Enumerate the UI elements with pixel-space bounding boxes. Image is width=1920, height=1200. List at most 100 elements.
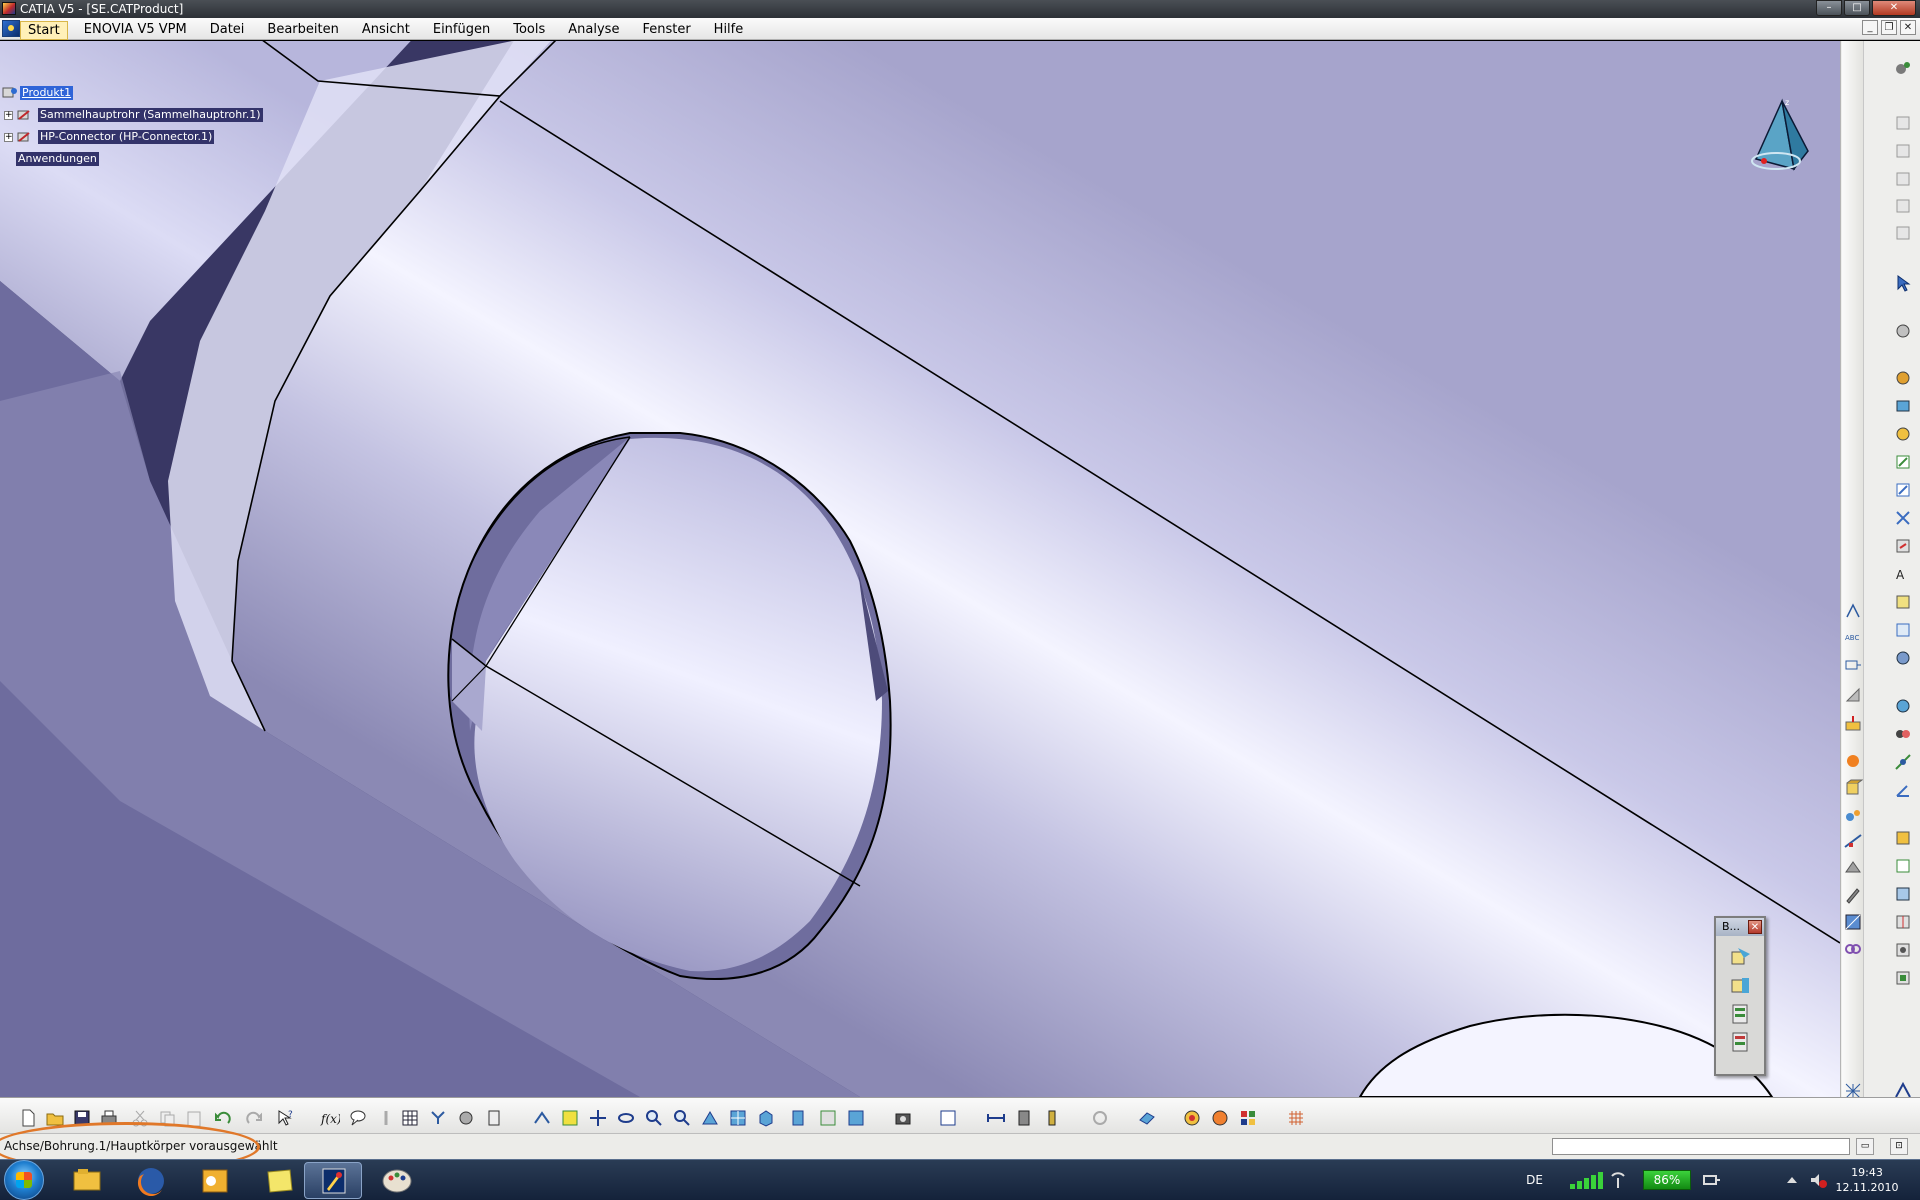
menu-fenster[interactable]: Fenster	[635, 21, 697, 40]
assembly-feature-icon[interactable]	[1893, 884, 1913, 904]
copy-icon[interactable]	[157, 1108, 177, 1128]
wifi-icon[interactable]	[1608, 1170, 1628, 1190]
command-input[interactable]	[1552, 1138, 1850, 1155]
update-icon[interactable]	[1893, 536, 1913, 556]
text-icon[interactable]: A	[1893, 564, 1913, 584]
pan-icon[interactable]	[588, 1108, 608, 1128]
tray-overflow-icon[interactable]	[1782, 1170, 1802, 1190]
new-component-icon[interactable]	[1729, 974, 1753, 998]
cog-group-icon[interactable]	[456, 1108, 476, 1128]
start-orb-icon[interactable]	[4, 1160, 44, 1200]
new-file-icon[interactable]	[18, 1108, 38, 1128]
cube-icon[interactable]	[1843, 778, 1863, 798]
coincidence-icon[interactable]	[1893, 696, 1913, 716]
3d-model-scene[interactable]	[0, 41, 1840, 1097]
pocket-icon[interactable]	[1893, 968, 1913, 988]
offset-icon[interactable]	[1893, 752, 1913, 772]
normal-view-icon[interactable]	[700, 1108, 720, 1128]
reuse-pattern-icon[interactable]	[1893, 828, 1913, 848]
balloon-icon[interactable]	[1893, 620, 1913, 640]
compass-icon[interactable]: z	[1736, 95, 1816, 185]
doc-close-icon[interactable]: ✕	[1900, 20, 1916, 35]
snapshot-icon[interactable]	[1843, 655, 1863, 675]
gears-icon[interactable]	[1843, 805, 1863, 825]
new-part-icon[interactable]	[1729, 946, 1753, 970]
menu-hilfe[interactable]: Hilfe	[707, 21, 751, 40]
fly-mode-icon[interactable]	[1893, 321, 1913, 341]
maximize-icon[interactable]: □	[1844, 0, 1870, 16]
taskbar-notes-button[interactable]	[250, 1162, 308, 1199]
angle-icon[interactable]	[1893, 780, 1913, 800]
zoom-in-icon[interactable]	[644, 1108, 664, 1128]
measure-icon[interactable]	[1843, 831, 1863, 851]
hide-show-icon[interactable]	[818, 1108, 838, 1128]
fix-icon[interactable]	[1893, 648, 1913, 668]
render-icon[interactable]	[1843, 912, 1863, 932]
catia-menu-logo-icon[interactable]	[2, 20, 20, 37]
clash-icon[interactable]	[1843, 858, 1863, 878]
undo-icon[interactable]	[213, 1108, 233, 1128]
3d-viewport[interactable]: Produkt1 + Sammelhauptrohr (Sammelhauptr…	[0, 41, 1840, 1097]
shading-icon[interactable]	[788, 1108, 808, 1128]
minimize-icon[interactable]: –	[1816, 0, 1842, 16]
zoom-out-icon[interactable]	[672, 1108, 692, 1128]
expand-icon[interactable]: +	[4, 133, 13, 142]
select-arrow-icon[interactable]	[1893, 273, 1913, 293]
spiral-icon[interactable]	[1090, 1108, 1110, 1128]
constraint-icon[interactable]	[1893, 424, 1913, 444]
annotation-icon[interactable]: ABC	[1843, 628, 1863, 648]
redo-icon[interactable]	[244, 1108, 264, 1128]
taskbar-paint-button[interactable]	[368, 1162, 426, 1199]
explode-icon[interactable]	[1893, 508, 1913, 528]
floating-toolbar[interactable]: B... ✕	[1714, 916, 1766, 1076]
doc-restore-icon[interactable]: ❐	[1881, 20, 1897, 35]
snap-icon[interactable]	[1893, 480, 1913, 500]
menu-enovia[interactable]: ENOVIA V5 VPM	[77, 21, 194, 40]
power-plug-icon[interactable]	[1700, 1170, 1722, 1190]
catalog-icon[interactable]	[1893, 113, 1913, 133]
menu-tools[interactable]: Tools	[506, 21, 552, 40]
existing-component-icon[interactable]	[1729, 1002, 1753, 1026]
design-table-icon[interactable]	[400, 1108, 420, 1128]
language-indicator[interactable]: DE	[1526, 1173, 1543, 1187]
swap-visible-icon[interactable]	[846, 1108, 866, 1128]
formula-icon[interactable]: f(x)	[320, 1108, 340, 1128]
menu-start[interactable]: Start	[20, 21, 68, 40]
catalog-icon[interactable]	[1893, 169, 1913, 189]
fly-icon[interactable]	[532, 1108, 552, 1128]
expand-icon[interactable]: +	[4, 111, 13, 120]
tree-item-hp-connector[interactable]: HP-Connector (HP-Connector.1)	[38, 130, 215, 144]
taskbar-outlook-button[interactable]	[186, 1162, 244, 1199]
tree-root-produkt1[interactable]: Produkt1	[20, 86, 74, 100]
battery-indicator[interactable]: 86%	[1643, 1170, 1691, 1190]
catalog-icon[interactable]	[1893, 141, 1913, 161]
insert-component-icon[interactable]	[1893, 396, 1913, 416]
pen-icon[interactable]	[1843, 885, 1863, 905]
rotate-icon[interactable]	[616, 1108, 636, 1128]
catia-app-icon[interactable]	[2, 2, 16, 15]
menu-bearbeiten[interactable]: Bearbeiten	[260, 21, 345, 40]
taskbar-explorer-button[interactable]	[58, 1162, 116, 1199]
taskbar-firefox-button[interactable]	[122, 1162, 180, 1199]
knowledge-icon[interactable]	[376, 1108, 396, 1128]
distance-icon[interactable]	[986, 1108, 1006, 1128]
status-window-icon[interactable]: ▭	[1856, 1138, 1874, 1155]
catalog-icon[interactable]	[1893, 223, 1913, 243]
bill-of-material-icon[interactable]	[1893, 856, 1913, 876]
fit-all-icon[interactable]	[560, 1108, 580, 1128]
catalog-browser-icon[interactable]	[938, 1108, 958, 1128]
menu-einfuegen[interactable]: Einfügen	[426, 21, 497, 40]
table-icon[interactable]	[1893, 592, 1913, 612]
menu-datei[interactable]: Datei	[203, 21, 252, 40]
menu-analyse[interactable]: Analyse	[561, 21, 626, 40]
product-structure-icon[interactable]	[1893, 368, 1913, 388]
capture-icon[interactable]	[893, 1108, 913, 1128]
appearance-icon[interactable]	[1210, 1108, 1230, 1128]
contact-icon[interactable]	[1893, 724, 1913, 744]
system-clock[interactable]: 19:43 12.11.2010	[1832, 1165, 1902, 1195]
plane-icon[interactable]	[1137, 1108, 1157, 1128]
measure-item-icon[interactable]	[1014, 1108, 1034, 1128]
sun-icon[interactable]	[1843, 751, 1863, 771]
split-icon[interactable]	[1893, 912, 1913, 932]
measure-inertia-icon[interactable]	[1042, 1108, 1062, 1128]
